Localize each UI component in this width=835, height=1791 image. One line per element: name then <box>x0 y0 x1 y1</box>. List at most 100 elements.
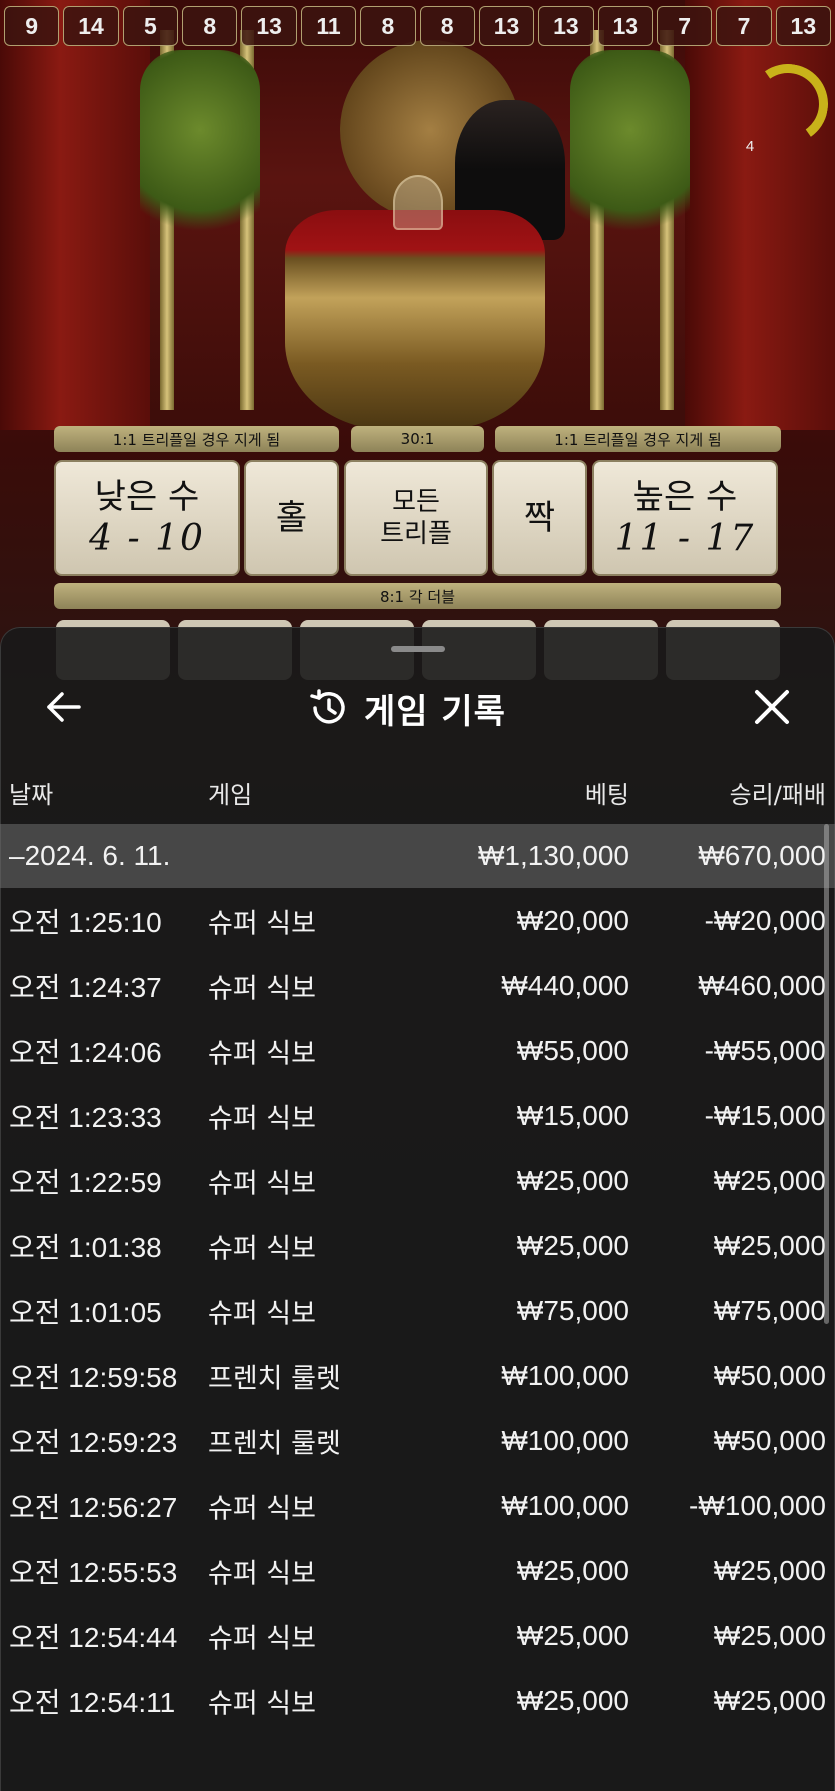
result-history-item: 8 <box>360 6 416 46</box>
row-time: 오전 1:23:33 <box>9 1101 162 1133</box>
row-game: 프렌치 룰렛 <box>208 1428 341 1459</box>
bet-big-range: 11 - 17 <box>614 517 756 559</box>
row-bet: ₩75,000 <box>516 1294 629 1326</box>
row-win-loss: -₩15,000 <box>704 1099 826 1131</box>
row-time: 오전 1:25:10 <box>9 906 162 938</box>
row-game: 슈퍼 식보 <box>208 1233 316 1264</box>
row-win-loss: ₩25,000 <box>713 1554 826 1586</box>
row-bet: ₩25,000 <box>516 1229 629 1261</box>
history-table: –2024. 6. 11. ₩1,130,000 ₩670,000 오전 1:2… <box>0 824 835 1733</box>
row-game: 슈퍼 식보 <box>208 1558 316 1589</box>
row-game: 슈퍼 식보 <box>208 1493 316 1524</box>
row-time: 오전 12:54:44 <box>9 1621 178 1653</box>
bet-small-range: 4 - 10 <box>89 517 205 559</box>
history-table-header: 날짜 게임 베팅 승리/패배 <box>0 775 835 815</box>
result-history-item: 13 <box>478 6 535 46</box>
row-bet: ₩25,000 <box>516 1684 629 1716</box>
row-bet: ₩100,000 <box>501 1424 629 1456</box>
bet-even[interactable]: 짝 <box>492 460 587 576</box>
history-row[interactable]: 오전 12:55:53 슈퍼 식보 ₩25,000 ₩25,000 <box>0 1538 835 1603</box>
result-history-item: 11 <box>300 6 357 46</box>
day-total-bet: ₩1,130,000 <box>478 840 629 871</box>
row-game: 슈퍼 식보 <box>208 1038 316 1069</box>
bet-any-triple-line1: 모든 <box>392 486 440 517</box>
bet-big-label: 높은 수 <box>632 477 738 518</box>
history-row[interactable]: 오전 1:01:05 슈퍼 식보 ₩75,000 ₩75,000 <box>0 1278 835 1343</box>
column-bet: 베팅 <box>584 781 629 809</box>
row-win-loss: ₩50,000 <box>713 1424 826 1456</box>
result-history-item: 9 <box>4 6 60 46</box>
history-row[interactable]: 오전 12:54:44 슈퍼 식보 ₩25,000 ₩25,000 <box>0 1603 835 1668</box>
result-history-item: 7 <box>656 6 713 46</box>
history-row[interactable]: 오전 12:54:11 슈퍼 식보 ₩25,000 ₩25,000 <box>0 1668 835 1733</box>
row-bet: ₩25,000 <box>516 1619 629 1651</box>
row-time: 오전 1:01:05 <box>9 1296 162 1328</box>
dice-shaker-dome <box>393 175 443 230</box>
sheet-title: 게임 기록 <box>364 691 506 732</box>
day-summary-row[interactable]: –2024. 6. 11. ₩1,130,000 ₩670,000 <box>0 824 835 888</box>
row-win-loss: ₩75,000 <box>713 1294 826 1326</box>
bet-odd-label: 홀 <box>275 497 308 538</box>
row-game: 슈퍼 식보 <box>208 1688 316 1719</box>
result-history-item: 5 <box>122 6 179 46</box>
countdown-value: 4 <box>745 138 755 155</box>
row-win-loss: -₩100,000 <box>689 1489 826 1521</box>
row-bet: ₩20,000 <box>516 904 629 936</box>
result-history-item: 13 <box>538 6 594 46</box>
row-win-loss: ₩460,000 <box>698 969 826 1001</box>
history-row[interactable]: 오전 12:59:23 프렌치 룰렛 ₩100,000 ₩50,000 <box>0 1408 835 1473</box>
history-row[interactable]: 오전 1:24:06 슈퍼 식보 ₩55,000 -₩55,000 <box>0 1018 835 1083</box>
bet-odd[interactable]: 홀 <box>244 460 339 576</box>
history-scrollbar[interactable] <box>824 824 829 1324</box>
bet-small-label: 낮은 수 <box>94 477 200 518</box>
payout-banner-doubles: 8:1 각 더블 <box>54 583 781 609</box>
history-row[interactable]: 오전 1:24:37 슈퍼 식보 ₩440,000 ₩460,000 <box>0 953 835 1018</box>
row-win-loss: -₩55,000 <box>704 1034 826 1066</box>
result-history-item: 13 <box>775 6 832 46</box>
history-row[interactable]: 오전 1:25:10 슈퍼 식보 ₩20,000 -₩20,000 <box>0 888 835 953</box>
sheet-drag-handle[interactable] <box>391 646 445 652</box>
bet-big[interactable]: 높은 수 11 - 17 <box>592 460 778 576</box>
row-time: 오전 12:55:53 <box>9 1556 178 1588</box>
day-total-win-loss: ₩670,000 <box>698 840 826 871</box>
history-row[interactable]: 오전 12:56:27 슈퍼 식보 ₩100,000 -₩100,000 <box>0 1473 835 1538</box>
row-win-loss: ₩25,000 <box>713 1619 826 1651</box>
history-row[interactable]: 오전 1:01:38 슈퍼 식보 ₩25,000 ₩25,000 <box>0 1213 835 1278</box>
row-time: 오전 1:01:38 <box>9 1231 162 1263</box>
result-history-item: 14 <box>63 6 119 46</box>
row-time: 오전 12:59:23 <box>9 1426 178 1458</box>
column-date: 날짜 <box>9 781 54 809</box>
row-bet: ₩100,000 <box>501 1359 629 1391</box>
bet-small[interactable]: 낮은 수 4 - 10 <box>54 460 240 576</box>
row-time: 오전 1:24:06 <box>9 1036 162 1068</box>
result-history-item: 13 <box>597 6 653 46</box>
ivy-decoration <box>570 50 690 250</box>
history-icon <box>310 689 345 724</box>
row-game: 슈퍼 식보 <box>208 1298 316 1329</box>
history-row[interactable]: 오전 1:23:33 슈퍼 식보 ₩15,000 -₩15,000 <box>0 1083 835 1148</box>
column-win-loss: 승리/패배 <box>729 781 826 809</box>
payout-banner-small: 1:1 트리플일 경우 지게 됨 <box>54 426 339 452</box>
history-row[interactable]: 오전 1:22:59 슈퍼 식보 ₩25,000 ₩25,000 <box>0 1148 835 1213</box>
row-game: 슈퍼 식보 <box>208 908 316 939</box>
row-time: 오전 12:54:11 <box>9 1686 176 1718</box>
row-time: 오전 1:24:37 <box>9 971 162 1003</box>
history-row[interactable]: 오전 12:59:58 프렌치 룰렛 ₩100,000 ₩50,000 <box>0 1343 835 1408</box>
back-arrow-icon <box>47 692 81 722</box>
sheet-title-group: 게임 기록 <box>306 678 506 738</box>
row-win-loss: ₩25,000 <box>713 1684 826 1716</box>
row-win-loss: ₩25,000 <box>713 1164 826 1196</box>
back-button[interactable] <box>41 684 87 730</box>
row-win-loss: ₩25,000 <box>713 1229 826 1261</box>
curtain-left <box>0 0 150 430</box>
row-bet: ₩100,000 <box>501 1489 629 1521</box>
row-time: 오전 1:22:59 <box>9 1166 162 1198</box>
row-game: 슈퍼 식보 <box>208 973 316 1004</box>
bet-any-triple[interactable]: 모든 트리플 <box>344 460 488 576</box>
result-history-item: 8 <box>182 6 238 46</box>
close-button[interactable] <box>749 684 799 730</box>
close-icon <box>755 690 789 724</box>
payout-banner-big: 1:1 트리플일 경우 지게 됨 <box>495 426 781 452</box>
row-bet: ₩15,000 <box>516 1099 629 1131</box>
row-bet: ₩25,000 <box>516 1164 629 1196</box>
